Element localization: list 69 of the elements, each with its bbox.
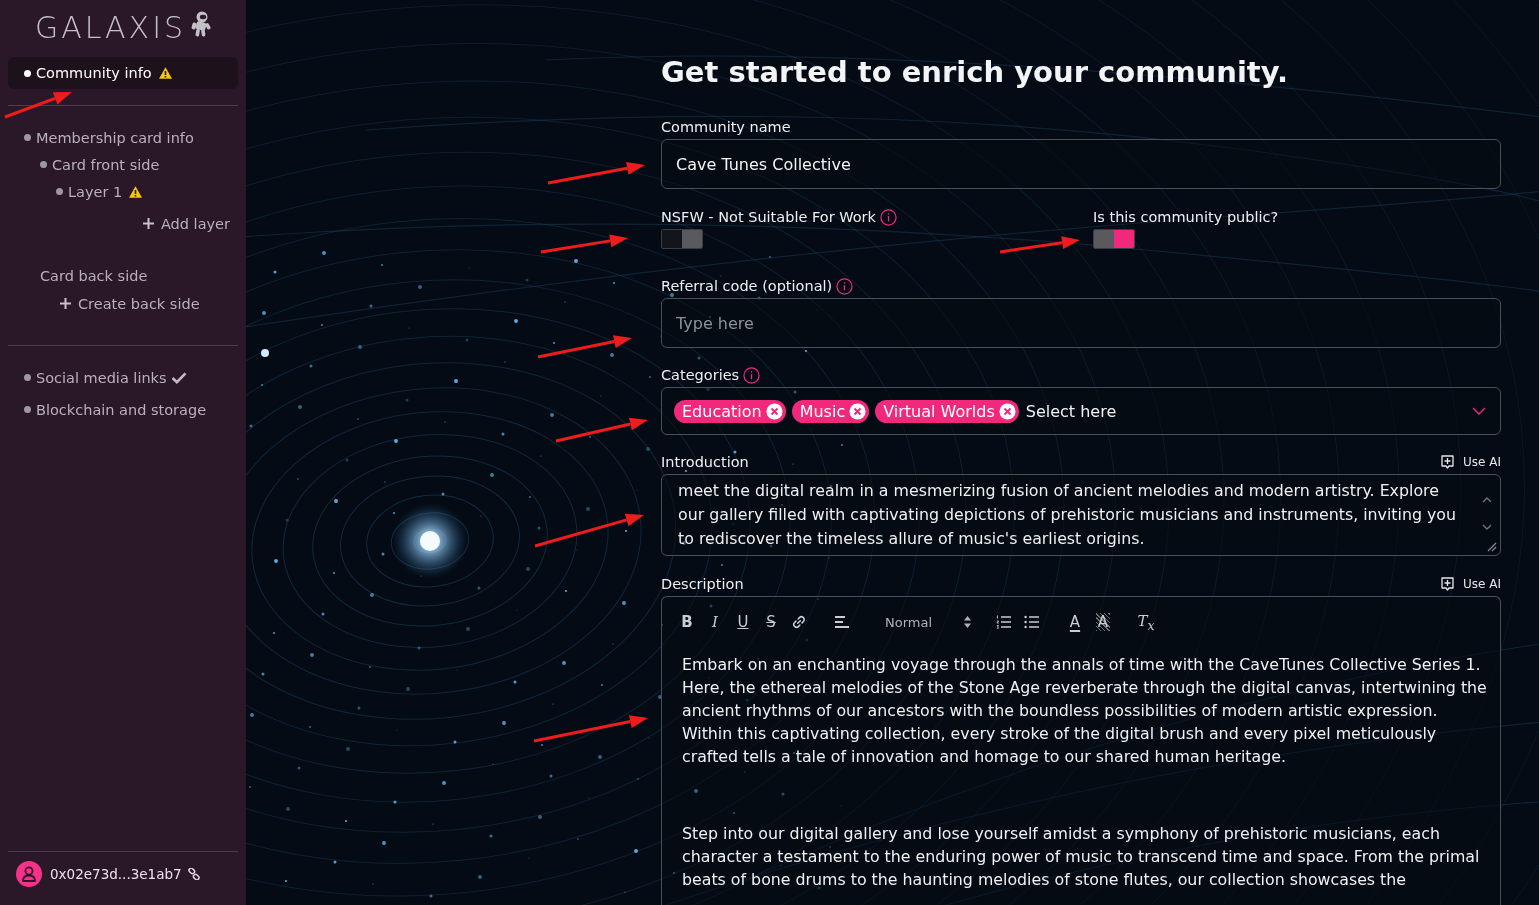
page-title: Get started to enrich your community.	[661, 54, 1288, 90]
underline-button[interactable]: U	[729, 610, 757, 634]
close-icon[interactable]	[998, 402, 1016, 420]
plus-icon	[142, 218, 154, 229]
bullet-icon	[24, 374, 31, 381]
field-label: Referral code (optional)	[661, 277, 833, 296]
description-editor[interactable]	[661, 596, 1501, 905]
use-ai-button[interactable]: Use AI	[1441, 577, 1501, 591]
align-left-icon	[834, 615, 850, 629]
introduction-text: meet the digital realm in a mesmerizing fusion of ancient melodies and modern artistry. Explore our gallery filled with captivating depictions of prehistoric musicians and instruments, inviting you to rediscover the timeless allure of music's earliest origins.	[678, 480, 1458, 550]
info-icon[interactable]	[879, 208, 897, 226]
toggle-switch[interactable]	[661, 229, 703, 249]
bullet-icon	[40, 161, 47, 168]
nav-item[interactable]: Layer 1	[8, 178, 238, 205]
chat-plus-icon	[1441, 577, 1454, 591]
bullet-icon	[24, 69, 31, 77]
user-avatar[interactable]	[16, 860, 42, 887]
strikethrough-button[interactable]: S	[757, 610, 785, 634]
nav-item[interactable]: Card front side	[8, 151, 238, 178]
annotation-arrow	[4, 92, 72, 119]
clear-formatting-button[interactable]: T$_{x}$	[1132, 610, 1160, 634]
nav-item[interactable]: Community info	[8, 57, 238, 89]
close-icon[interactable]	[765, 402, 783, 420]
bullet-icon	[56, 188, 63, 195]
scroll-down-icon[interactable]	[1482, 524, 1492, 530]
field-label: Is this community public?	[1093, 208, 1279, 227]
description-paragraph: Embark on an enchanting voyage through the annals of time with the CaveTunes Collective Series 1. Here, the ethereal melodies of the Stone Age reverberate through the digital canvas, intertwining the ancient rhythms of our ancestors with the boundless possibilities of modern artistic expression. Within this captivating collection, every stroke of the digital brush and every pixel meticulously crafted tells a tale of innovation and homage to our shared human heritage.	[682, 654, 1488, 768]
select-placeholder: Select here	[1025, 401, 1117, 421]
bold-button[interactable]: B	[673, 610, 701, 634]
info-icon[interactable]	[836, 277, 854, 295]
bullet-icon	[24, 406, 31, 413]
sort-arrows-icon	[964, 616, 971, 628]
category-select[interactable]: Education Music Virtual Worlds Select here	[661, 387, 1501, 435]
use-ai-button[interactable]: Use AI	[1441, 455, 1501, 469]
field-label: Community name	[661, 118, 791, 137]
introduction-field[interactable]	[661, 474, 1501, 556]
field-label: Categories	[661, 366, 740, 385]
bullet-list-icon	[1024, 615, 1040, 629]
nav-item[interactable]: Membership card info	[8, 124, 238, 151]
highlight-button[interactable]: A	[1089, 610, 1117, 634]
description-paragraph: Step into our digital gallery and lose yourself amidst a symphony of prehistoric musicians, each character a testament to the enduring power of music to transcend time and space. From the primal beats of bone drums to the haunting melodies of stone flutes, our collection showcases the	[682, 823, 1481, 891]
link-icon[interactable]	[187, 867, 200, 880]
logo-text: GALAXIS	[34, 10, 187, 46]
community-name-field[interactable]: Cave Tunes Collective	[661, 139, 1501, 189]
add-button[interactable]: Add layer	[142, 210, 230, 237]
scroll-up-icon[interactable]	[1482, 497, 1492, 503]
wallet-address: 0x02e73d...3e1ab7	[50, 865, 182, 882]
italic-button[interactable]: I	[701, 610, 729, 634]
text-color-button[interactable]: A	[1061, 610, 1089, 634]
link-icon	[791, 615, 807, 629]
plus-icon	[60, 298, 71, 309]
close-icon[interactable]	[849, 402, 867, 420]
numbered-list-icon	[996, 615, 1012, 629]
info-icon[interactable]	[743, 366, 761, 384]
text-style-select[interactable]: Normal	[871, 610, 975, 634]
referral-code-field[interactable]: Type here	[661, 298, 1501, 348]
chat-plus-icon	[1441, 455, 1454, 469]
toggle-switch[interactable]	[1093, 229, 1135, 249]
field-label: NSFW - Not Suitable For Work	[661, 208, 876, 227]
chevron-down-icon[interactable]	[1472, 407, 1486, 415]
astronaut-icon	[189, 11, 212, 37]
field-label: Description	[661, 575, 744, 594]
nav-item[interactable]: Blockchain and storage	[8, 396, 238, 423]
bullet-icon	[24, 134, 31, 141]
field-label: Introduction	[661, 453, 749, 472]
add-button[interactable]: Create back side	[60, 290, 200, 317]
nav-item[interactable]: Social media links	[8, 364, 238, 391]
resize-grip-icon[interactable]	[1487, 542, 1497, 552]
nav-group-label: Card back side	[40, 267, 148, 286]
